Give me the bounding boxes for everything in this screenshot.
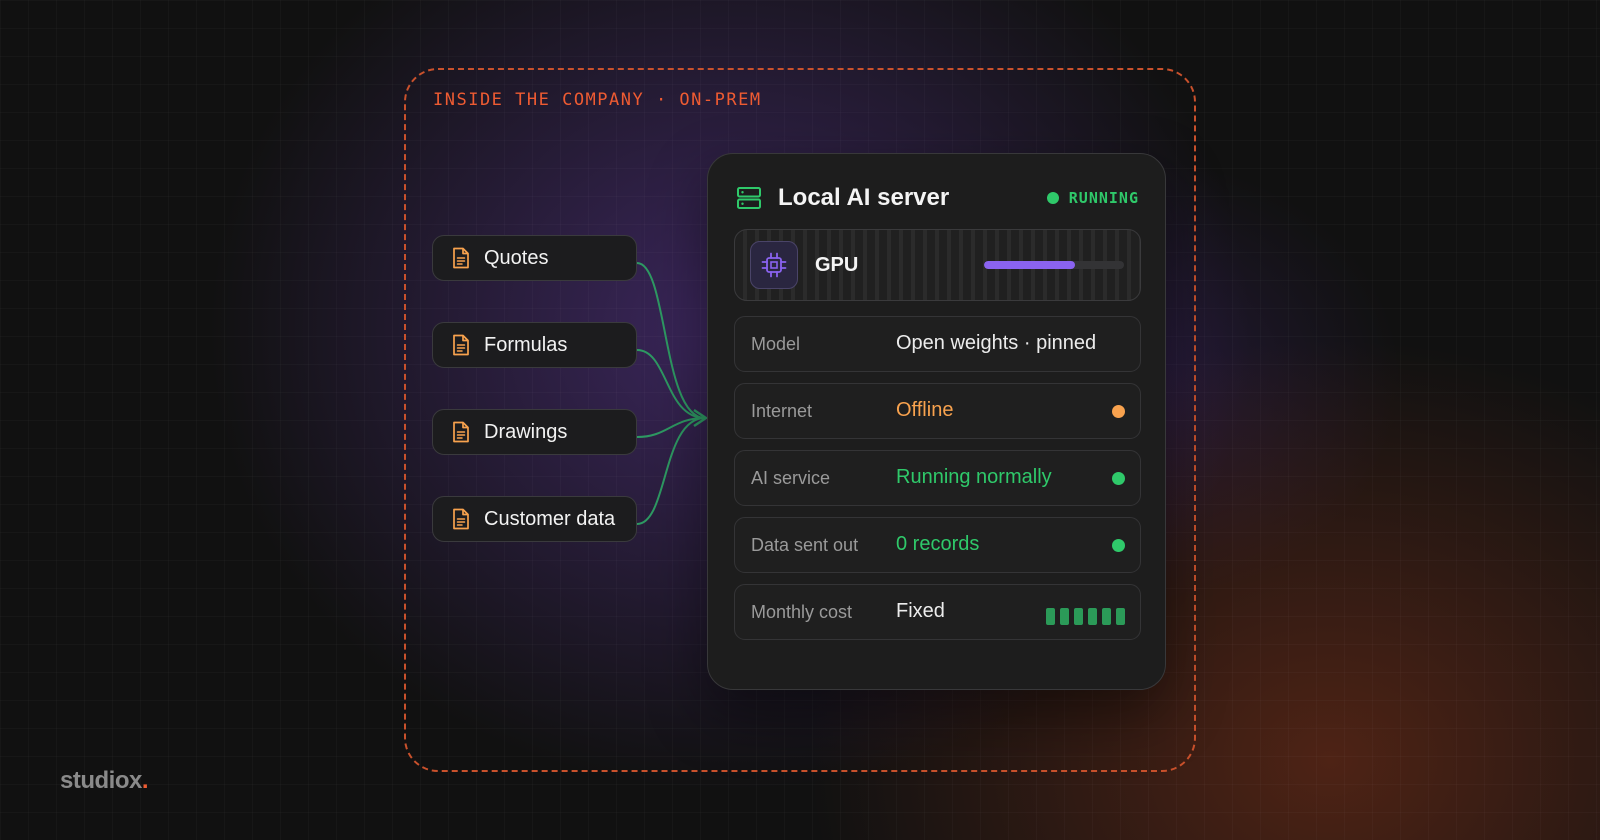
ok-indicator-dot <box>1112 472 1125 485</box>
document-node-formulas[interactable]: Formulas <box>432 322 637 368</box>
document-node-customer-data[interactable]: Customer data <box>432 496 637 542</box>
brand-name: studiox <box>60 767 142 794</box>
row-model: Model Open weights · pinned <box>734 316 1141 372</box>
row-key: Model <box>751 334 801 354</box>
row-ai-service: AI service Running normally <box>734 450 1141 506</box>
card-header: Local AI server RUNNING <box>736 180 1139 216</box>
cost-bars-icon <box>1046 608 1125 625</box>
local-ai-server-card: Local AI server RUNNING GPU Model Open w… <box>707 153 1166 690</box>
row-value: Offline <box>896 399 954 421</box>
row-monthly-cost: Monthly cost Fixed <box>734 584 1141 640</box>
document-node-quotes[interactable]: Quotes <box>432 235 637 281</box>
status-text: RUNNING <box>1068 189 1139 207</box>
row-key: Monthly cost <box>751 602 853 622</box>
row-value: Fixed <box>896 600 945 622</box>
row-internet: Internet Offline <box>734 383 1141 439</box>
row-key: AI service <box>751 468 831 488</box>
document-icon <box>453 508 469 530</box>
document-icon <box>453 247 469 269</box>
offline-indicator-dot <box>1112 405 1125 418</box>
row-value: Running normally <box>896 466 1052 488</box>
brand-dot: . <box>141 767 149 794</box>
document-node-drawings[interactable]: Drawings <box>432 409 637 455</box>
status-dot <box>1046 192 1059 204</box>
gpu-panel: GPU <box>734 229 1141 301</box>
status-badge: RUNNING <box>1046 189 1139 207</box>
row-value: Open weights · pinned <box>896 332 1097 354</box>
card-title: Local AI server <box>778 184 950 211</box>
gpu-load-bar <box>984 261 1124 269</box>
row-data-sent-out: Data sent out 0 records <box>734 517 1141 573</box>
server-icon <box>737 187 761 209</box>
row-value: 0 records <box>896 533 980 555</box>
document-label: Formulas <box>484 333 568 356</box>
document-label: Customer data <box>484 507 616 530</box>
row-key: Data sent out <box>751 535 859 555</box>
gpu-label: GPU <box>815 253 859 276</box>
document-icon <box>453 421 469 443</box>
brand-logo: studiox. <box>60 767 149 795</box>
row-key: Internet <box>751 401 813 421</box>
chip-icon <box>750 241 798 289</box>
document-label: Quotes <box>484 246 549 269</box>
document-icon <box>453 334 469 356</box>
document-label: Drawings <box>484 420 568 443</box>
gpu-load-fill <box>984 261 1075 269</box>
ok-indicator-dot <box>1112 539 1125 552</box>
